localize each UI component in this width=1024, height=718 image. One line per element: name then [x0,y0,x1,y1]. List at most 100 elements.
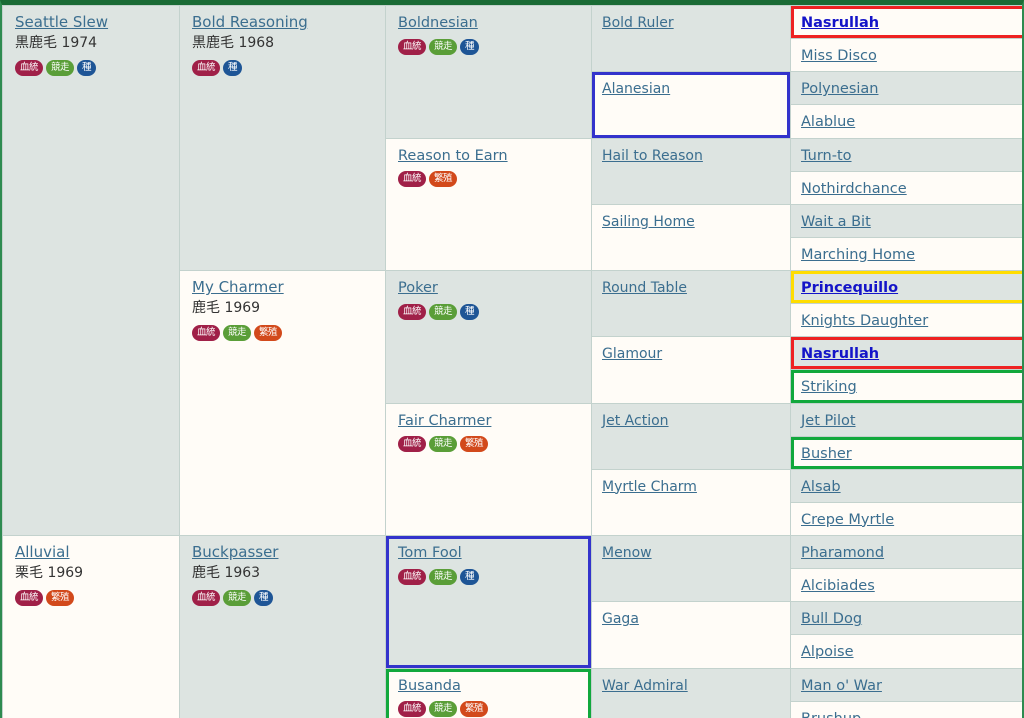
generation-5-cell: Alpoise [790,634,1022,669]
pedigree-cell-bull-dog: Bull Dog [791,602,1022,635]
race-badge[interactable]: 競走 [223,324,252,341]
breed-badge[interactable]: 繁殖 [429,171,458,188]
horse-link-war-admiral[interactable]: War Admiral [602,678,688,694]
horse-link-alablue[interactable]: Alablue [801,114,855,130]
breed-badge[interactable]: 繁殖 [460,701,489,718]
pedigree-cell-boldnesian: Boldnesian 血統 競走種 [386,6,591,138]
generation-5-cell: Polynesian [790,71,1022,106]
horse-link-bold-reasoning[interactable]: Bold Reasoning [192,13,308,31]
generation-3-cell: Reason to Earn 血統 繁殖 [385,137,592,271]
blood-badge[interactable]: 血統 [398,38,427,55]
horse-link-my-charmer[interactable]: My Charmer [192,278,284,296]
generation-2-cell: Bold Reasoning 黒鹿毛 1968 血統種 [179,5,386,271]
horse-link-knights-daughter[interactable]: Knights Daughter [801,313,928,329]
horse-link-princequillo[interactable]: Princequillo [801,280,898,296]
horse-link-glamour[interactable]: Glamour [602,346,662,362]
horse-link-jet-action[interactable]: Jet Action [602,413,669,429]
horse-link-menow[interactable]: Menow [602,545,652,561]
horse-link-gaga[interactable]: Gaga [602,611,639,627]
horse-link-alpoise[interactable]: Alpoise [801,644,854,660]
badge-group: 血統 競走種 [398,301,581,320]
pedigree-cell-menow: Menow [592,536,790,602]
horse-link-polynesian[interactable]: Polynesian [801,81,878,97]
horse-link-buckpasser[interactable]: Buckpasser [192,543,278,561]
generation-3-cell: Busanda 血統 競走 繁殖 [385,667,592,718]
horse-link-striking[interactable]: Striking [801,379,857,395]
generation-5-cell: Striking [790,369,1022,404]
horse-link-bold-ruler[interactable]: Bold Ruler [602,15,674,31]
generation-5-cell: Busher [790,435,1022,470]
stud-badge[interactable]: 種 [460,568,480,585]
generation-5-cell: Princequillo [790,269,1022,305]
breed-badge[interactable]: 繁殖 [46,589,75,606]
horse-link-turn-to[interactable]: Turn-to [801,148,852,164]
breed-badge[interactable]: 繁殖 [460,436,489,453]
race-badge[interactable]: 競走 [46,59,75,76]
horse-link-alcibiades[interactable]: Alcibiades [801,578,875,594]
race-badge[interactable]: 競走 [429,303,458,320]
blood-badge[interactable]: 血統 [398,436,427,453]
stud-badge[interactable]: 種 [223,59,243,76]
horse-link-brushup[interactable]: Brushup [801,711,861,718]
horse-link-nothirdchance[interactable]: Nothirdchance [801,181,907,197]
horse-link-boldnesian[interactable]: Boldnesian [398,15,478,31]
horse-link-alsab[interactable]: Alsab [801,479,841,495]
race-badge[interactable]: 競走 [429,436,458,453]
horse-link-nasrullah[interactable]: Nasrullah [801,15,879,31]
generation-5-cell: Man o' War [790,667,1022,702]
pedigree-cell-tom-fool: Tom Fool 血統 競走種 [386,536,591,668]
blood-badge[interactable]: 血統 [398,701,427,718]
pedigree-cell-knights-daughter: Knights Daughter [791,304,1022,337]
horse-link-crepe-myrtle[interactable]: Crepe Myrtle [801,512,894,528]
horse-link-myrtle-charm[interactable]: Myrtle Charm [602,479,697,495]
horse-link-pharamond[interactable]: Pharamond [801,545,884,561]
race-badge[interactable]: 競走 [429,701,458,718]
generation-5-cell: Jet Pilot [790,402,1022,437]
horse-link-hail-to-reason[interactable]: Hail to Reason [602,148,703,164]
pedigree-cell-sailing-home: Sailing Home [592,204,790,270]
pedigree-cell-brushup: Brushup [791,701,1022,718]
horse-link-tom-fool[interactable]: Tom Fool [398,545,462,561]
generation-3-cell: Poker 血統 競走種 [385,270,592,404]
generation-4-cell: Jet Action [591,402,791,470]
horse-link-busher[interactable]: Busher [801,446,852,462]
horse-link-poker[interactable]: Poker [398,280,438,296]
horse-link-man-o-war[interactable]: Man o' War [801,678,882,694]
horse-link-reason-to-earn[interactable]: Reason to Earn [398,148,508,164]
horse-link-bull-dog[interactable]: Bull Dog [801,611,862,627]
pedigree-cell-polynesian: Polynesian [791,72,1022,105]
blood-badge[interactable]: 血統 [192,324,221,341]
horse-link-wait-a-bit[interactable]: Wait a Bit [801,214,871,230]
blood-badge[interactable]: 血統 [398,568,427,585]
blood-badge[interactable]: 血統 [15,589,44,606]
horse-link-nasrullah[interactable]: Nasrullah [801,346,879,362]
horse-link-miss-disco[interactable]: Miss Disco [801,48,877,64]
generation-4-cell: Gaga [591,601,791,669]
pedigree-chart: Seattle Slew 黒鹿毛 1974 血統 競走種 Bold Reasoning 黒… [0,0,1024,718]
stud-badge[interactable]: 種 [460,303,480,320]
stud-badge[interactable]: 種 [254,589,274,606]
horse-link-alluvial[interactable]: Alluvial [15,543,70,561]
horse-link-fair-charmer[interactable]: Fair Charmer [398,413,491,429]
blood-badge[interactable]: 血統 [192,589,221,606]
blood-badge[interactable]: 血統 [398,303,427,320]
breed-badge[interactable]: 繁殖 [254,324,283,341]
horse-link-jet-pilot[interactable]: Jet Pilot [801,413,856,429]
horse-link-round-table[interactable]: Round Table [602,280,687,296]
blood-badge[interactable]: 血統 [15,59,44,76]
generation-3-cell: Boldnesian 血統 競走種 [385,5,592,139]
horse-link-alanesian[interactable]: Alanesian [602,81,670,97]
horse-link-marching-home[interactable]: Marching Home [801,247,915,263]
pedigree-cell-striking: Striking [791,370,1022,403]
horse-link-busanda[interactable]: Busanda [398,678,461,694]
pedigree-cell-gaga: Gaga [592,602,790,668]
race-badge[interactable]: 競走 [223,589,252,606]
horse-link-sailing-home[interactable]: Sailing Home [602,214,695,230]
race-badge[interactable]: 競走 [429,568,458,585]
blood-badge[interactable]: 血統 [398,171,427,188]
race-badge[interactable]: 競走 [429,38,458,55]
stud-badge[interactable]: 種 [460,38,480,55]
horse-link-seattle-slew[interactable]: Seattle Slew [15,13,108,31]
blood-badge[interactable]: 血統 [192,59,221,76]
stud-badge[interactable]: 種 [77,59,97,76]
